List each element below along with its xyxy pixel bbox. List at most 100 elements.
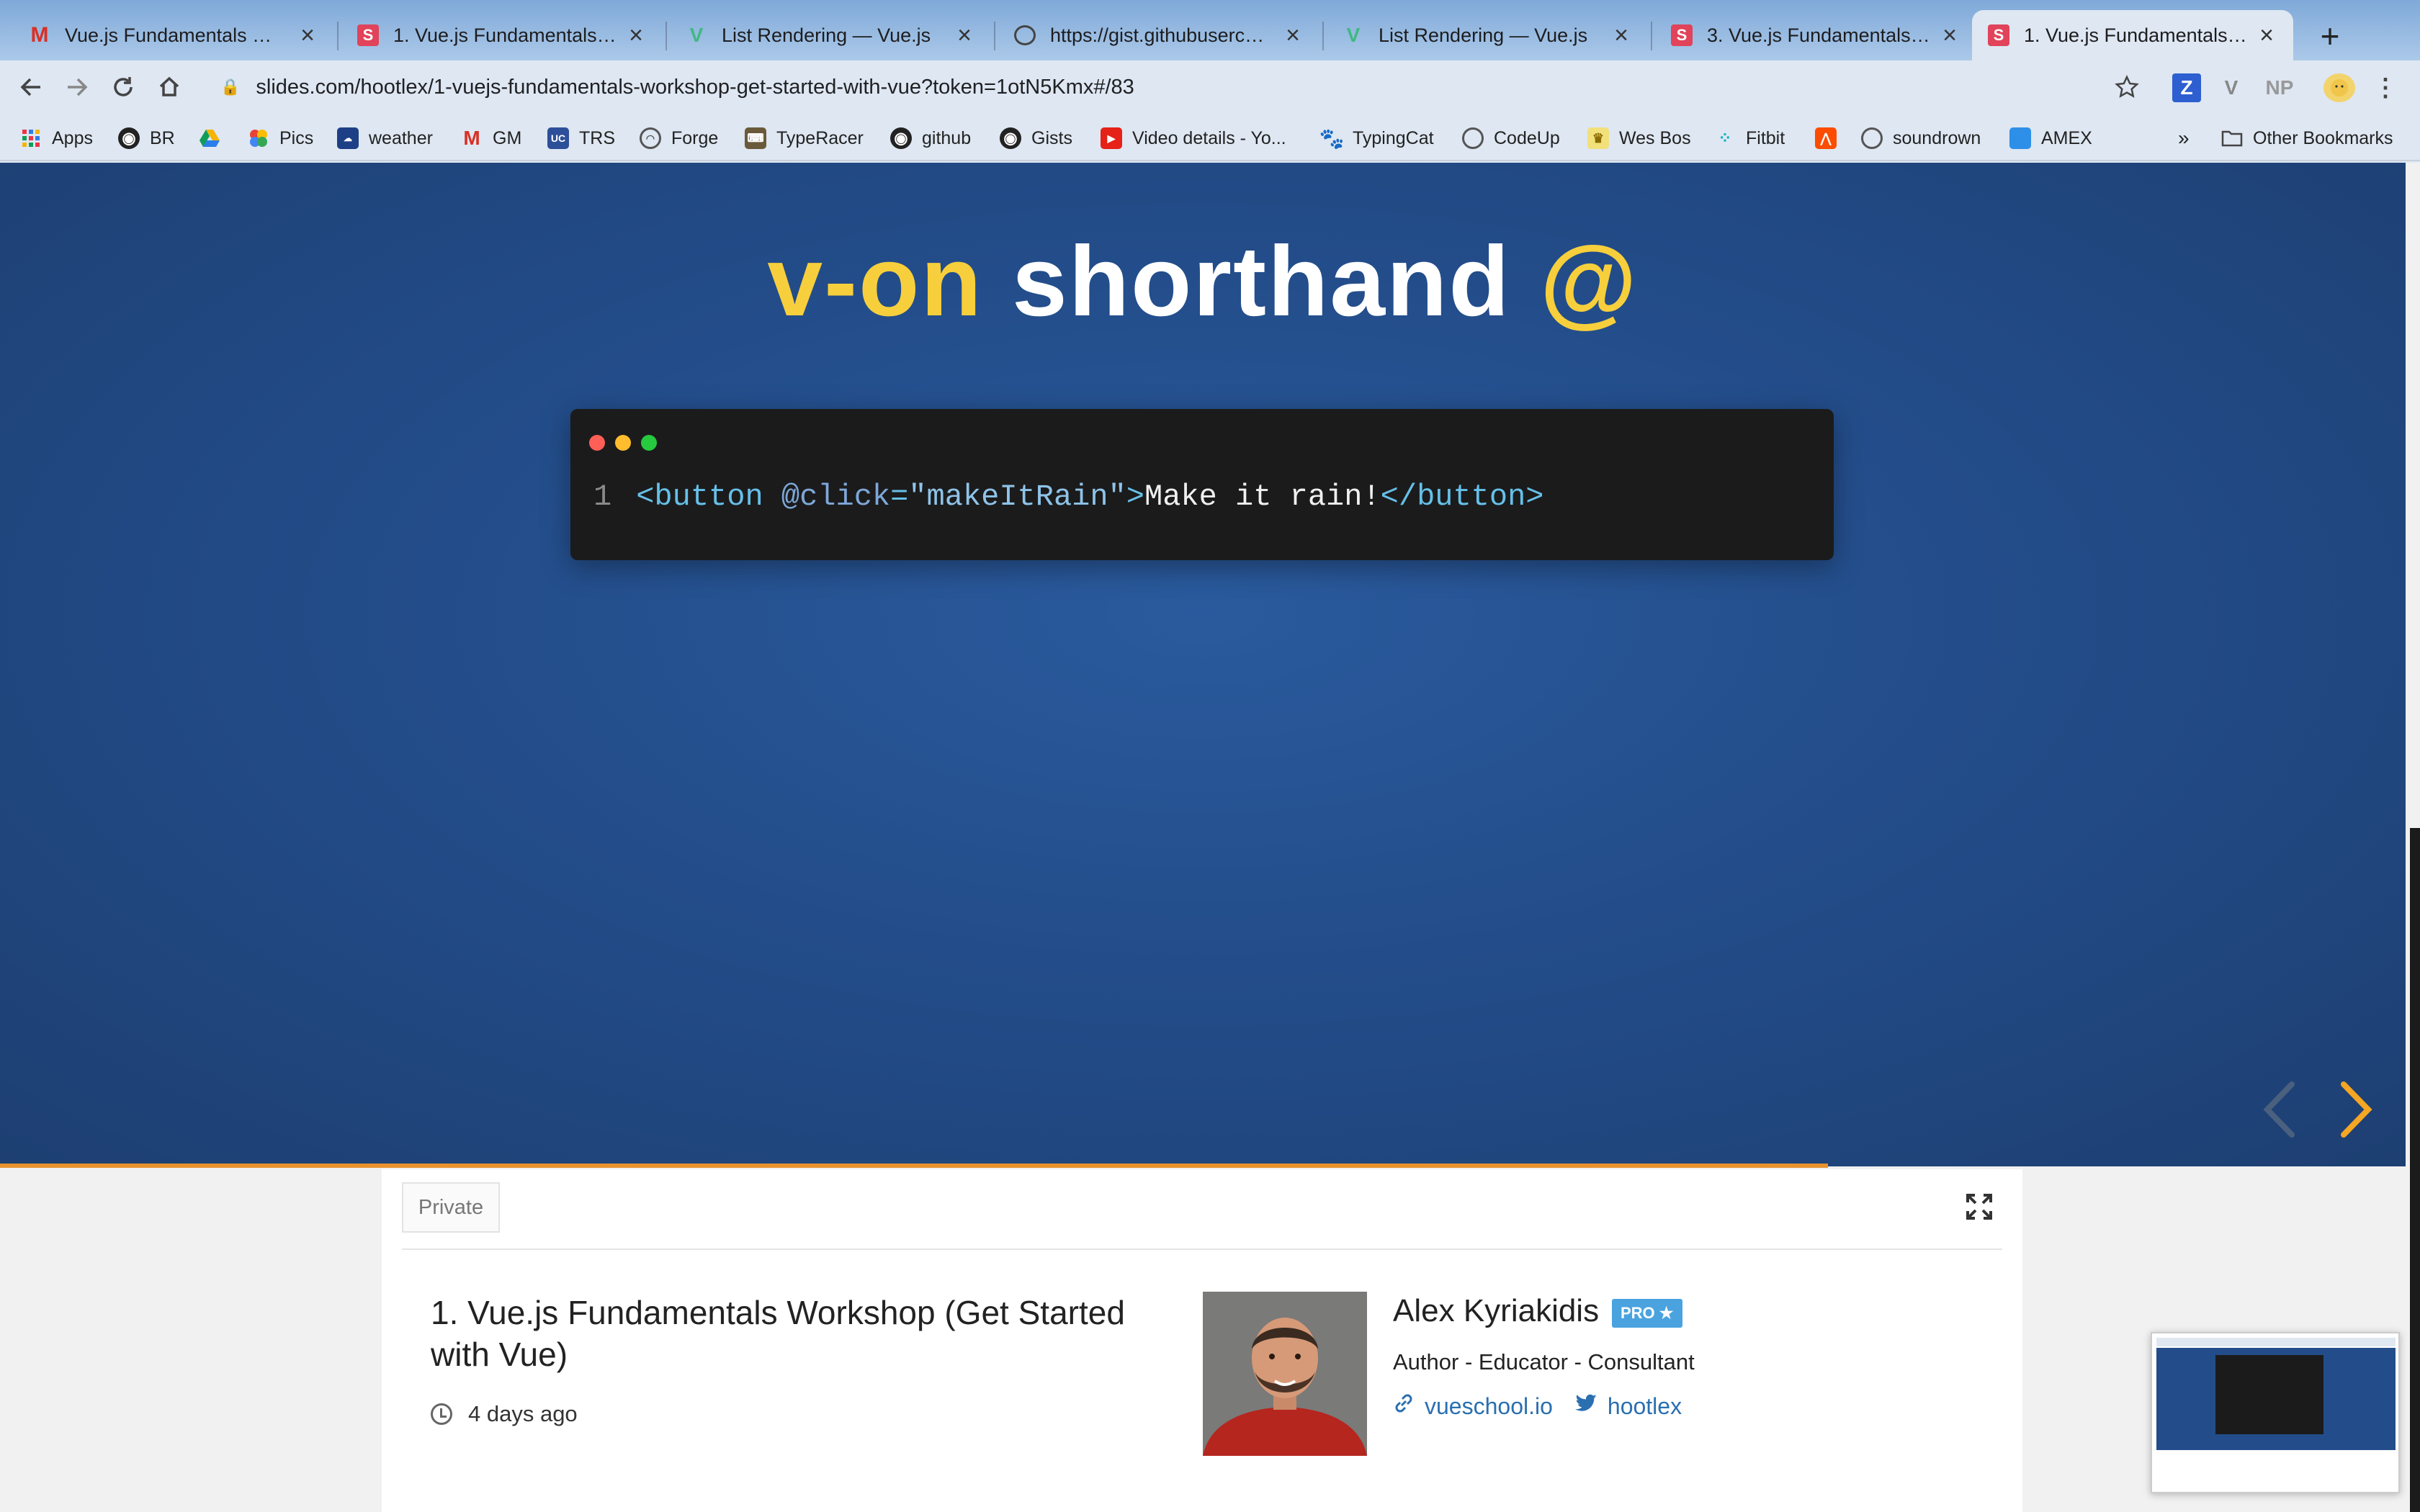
bookmark-forge[interactable]: ◠ Forge [640,124,718,153]
close-tab-icon[interactable]: × [1610,22,1632,50]
gmail-icon: M [30,23,49,47]
fullscreen-button[interactable] [1965,1192,1994,1221]
profile-avatar[interactable] [2323,73,2355,102]
other-bookmarks[interactable]: Other Bookmarks [2221,124,2393,153]
next-slide-button[interactable] [2331,1077,2381,1142]
bookmark-label: TRS [579,127,615,148]
bookmark-typingcat[interactable]: 🐾 TypingCat [1319,124,1434,153]
home-button[interactable] [150,68,189,107]
bookmark-apps[interactable]: Apps [20,124,93,153]
close-tab-icon[interactable]: × [1939,22,1960,50]
close-tab-icon[interactable]: × [954,22,975,50]
thumbnail-code [2215,1355,2323,1434]
author-twitter-link[interactable]: hootlex [1574,1393,1682,1420]
author-avatar[interactable] [1203,1292,1367,1456]
bookmark-weather[interactable]: ☁ weather [337,124,433,153]
tab-3[interactable]: V List Rendering — Vue.js × [670,10,991,60]
gmail-icon: M [463,127,480,149]
tab-2[interactable]: S 1. Vue.js Fundamentals Workshop × [341,10,663,60]
paw-icon: 🐾 [1319,127,1345,150]
vue-icon: V [689,24,704,46]
bookmark-gists[interactable]: ◉ Gists [1000,124,1072,153]
bookmark-trs[interactable]: UC TRS [547,124,615,153]
address-bar[interactable]: 🔒 slides.com/hootlex/1-vuejs-fundamental… [202,68,2146,107]
bookmark-codeup[interactable]: CodeUp [1462,124,1560,153]
vue-icon: V [1346,24,1361,46]
bookmark-label: TypeRacer [776,127,864,148]
vue-devtools-extension-icon[interactable]: V [2217,73,2246,102]
bookmark-wes-bos[interactable]: ♛ Wes Bos [1587,124,1691,153]
back-button[interactable] [12,68,50,107]
scrollbar-thumb[interactable] [2410,828,2420,1512]
close-tab-icon[interactable]: × [1282,22,1304,50]
line-number: 1 [593,480,612,514]
slide-thumbnail-preview[interactable] [2151,1332,2400,1493]
tab-1[interactable]: M Vue.js Fundamentals Workshop × [13,10,334,60]
bookmark-star-button[interactable] [2107,68,2146,107]
author-website-link[interactable]: vueschool.io [1393,1392,1553,1420]
bookmark-fitbit[interactable]: ⁘ Fitbit [1714,124,1785,153]
code-attr-value: "makeItRain" [908,480,1126,514]
code-tag-end: </button> [1380,480,1544,514]
code-attr-eq: = [890,480,909,514]
bookmark-video-details[interactable]: ▶ Video details - Yo... [1101,124,1286,153]
tab-title: List Rendering — Vue.js [722,24,931,46]
fitbit-icon: ⁘ [1718,129,1732,147]
bookmarks-overflow-button[interactable]: » [2178,124,2190,153]
bookmark-strava[interactable]: ⋀ [1815,124,1847,153]
bookmark-label: Gists [1031,127,1072,148]
bookmark-google-drive[interactable] [199,124,230,153]
bookmark-github[interactable]: ◉ github [890,124,971,153]
bookmark-amex[interactable]: AMEX [2009,124,2092,153]
close-tab-icon[interactable]: × [625,22,647,50]
title-symbol: @ [1540,226,1639,337]
typeracer-icon: ⌨ [745,127,766,149]
menu-kebab-icon[interactable]: ⋮ [2371,73,2400,102]
home-icon [159,76,179,96]
tab-7-active[interactable]: S 1. Vue.js Fundamentals Workshop × [1972,10,2293,60]
code-line: 1 <button @click="makeItRain">Make it rai… [593,480,1544,514]
deck-info-panel: Private 1. Vue.js Fundamentals Workshop … [382,1169,2022,1512]
window-maximize-dot [641,435,657,451]
bookmark-label: Apps [52,127,93,148]
github-icon: ◉ [890,127,912,149]
face-icon [2331,79,2348,96]
bookmark-gm[interactable]: M GM [461,124,521,153]
google-photos-icon [248,127,269,149]
forward-arrow-icon [68,78,88,96]
visibility-badge[interactable]: Private [402,1182,500,1233]
code-tag-open: <button [636,480,763,514]
bookmark-br[interactable]: ◉ BR [118,124,175,153]
timestamp-text: 4 days ago [468,1401,578,1426]
author-name[interactable]: Alex Kyriakidis [1393,1293,1599,1329]
zotero-extension-icon[interactable]: Z [2172,73,2201,102]
tab-4[interactable]: https://gist.githubusercontent.com × [998,10,1319,60]
new-tab-button[interactable]: + [2312,14,2348,58]
code-bracket: > [1126,480,1144,514]
bookmark-soundrown[interactable]: soundrown [1861,124,1981,153]
reload-button[interactable] [104,68,143,107]
tab-title: 3. Vue.js Fundamentals Workshop [1707,24,1930,46]
author-links: vueschool.io hootlex [1393,1392,1703,1420]
bookmark-label: Forge [671,127,719,148]
bookmark-label: Pics [279,127,314,148]
code-text: Make it rain! [1144,480,1381,514]
tab-6[interactable]: S 3. Vue.js Fundamentals Workshop × [1655,10,1976,60]
previous-slide-button[interactable] [2254,1077,2305,1142]
bookmark-label: Other Bookmarks [2253,127,2393,148]
amex-icon [2009,127,2031,149]
bookmark-pics[interactable]: Pics [248,124,313,153]
np-extension-icon[interactable]: NP [2260,73,2299,102]
author-photo [1203,1292,1367,1456]
reload-icon [114,77,133,96]
bookmark-typeracer[interactable]: ⌨ TypeRacer [745,124,864,153]
forward-button[interactable] [58,68,97,107]
deck-title: 1. Vue.js Fundamentals Workshop (Get Sta… [431,1294,1125,1373]
slide-title: v-on shorthand @ [0,225,2406,339]
close-tab-icon[interactable]: × [2256,22,2277,50]
tab-5[interactable]: V List Rendering — Vue.js × [1327,10,1648,60]
globe-icon [1462,127,1484,149]
url-text: slides.com/hootlex/1-vuejs-fundamentals-… [256,75,1134,99]
close-tab-icon[interactable]: × [297,22,318,50]
chevron-right-icon [2341,1081,2372,1138]
